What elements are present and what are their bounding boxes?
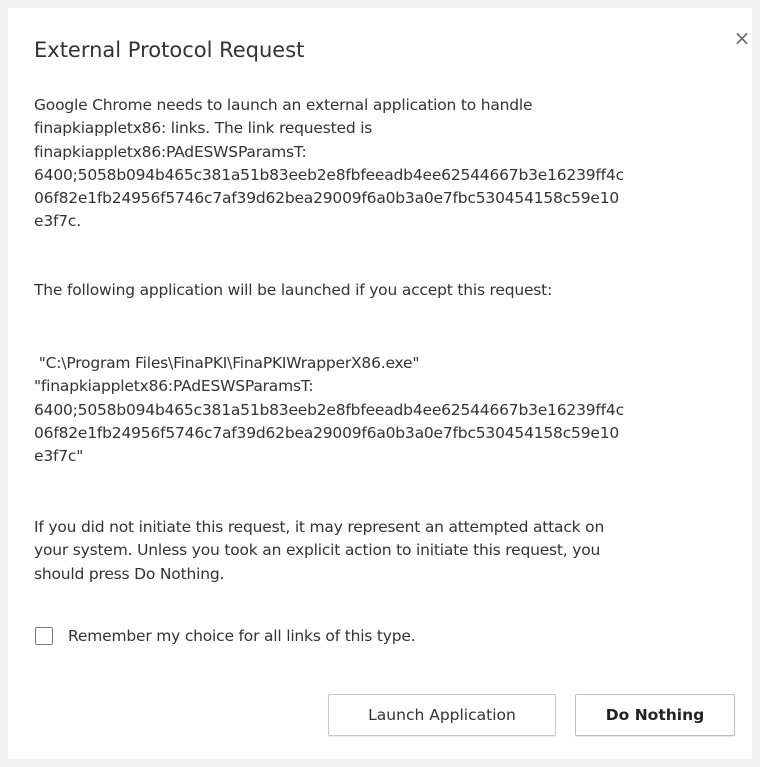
do-nothing-button[interactable]: Do Nothing — [575, 694, 735, 736]
description-line: finapkiappletx86: links. The link reques… — [34, 119, 373, 138]
warning-line: your system. Unless you took an explicit… — [34, 541, 601, 560]
description-line: Google Chrome needs to launch an externa… — [34, 96, 533, 114]
description-text: Google Chrome needs to launch an externa… — [34, 94, 724, 234]
application-line: "C:\Program Files\FinaPKI\FinaPKIWrapper… — [34, 354, 420, 372]
dialog-title: External Protocol Request — [34, 38, 305, 62]
following-line: The following application will be launch… — [34, 281, 553, 299]
application-line: 06f82e1fb24956f5746c7af39d62bea29009f6a0… — [34, 423, 620, 442]
launch-application-button[interactable]: Launch Application — [328, 694, 556, 736]
remember-choice-option[interactable]: Remember my choice for all links of this… — [34, 623, 416, 649]
warning-text: If you did not initiate this request, it… — [34, 516, 724, 586]
description-line: 06f82e1fb24956f5746c7af39d62bea29009f6a0… — [34, 189, 620, 208]
application-line: e3f7c" — [34, 447, 84, 466]
application-line: "finapkiappletx86:PAdESWSParamsT: — [34, 377, 314, 396]
description-line: 6400;5058b094b465c381a51b83eeb2e8fbfeead… — [34, 165, 624, 184]
description-line: e3f7c. — [34, 212, 81, 231]
following-application-text: The following application will be launch… — [34, 279, 724, 302]
warning-line: should press Do Nothing. — [34, 564, 225, 583]
remember-choice-checkbox[interactable] — [35, 627, 53, 645]
close-icon[interactable]: × — [731, 27, 753, 49]
remember-choice-label: Remember my choice for all links of this… — [68, 627, 416, 645]
application-line: 6400;5058b094b465c381a51b83eeb2e8fbfeead… — [34, 400, 624, 419]
external-protocol-dialog: × External Protocol Request Google Chrom… — [8, 8, 752, 759]
application-command-text: "C:\Program Files\FinaPKI\FinaPKIWrapper… — [34, 352, 724, 468]
description-line: finapkiappletx86:PAdESWSParamsT: — [34, 142, 307, 161]
warning-line: If you did not initiate this request, it… — [34, 518, 605, 536]
